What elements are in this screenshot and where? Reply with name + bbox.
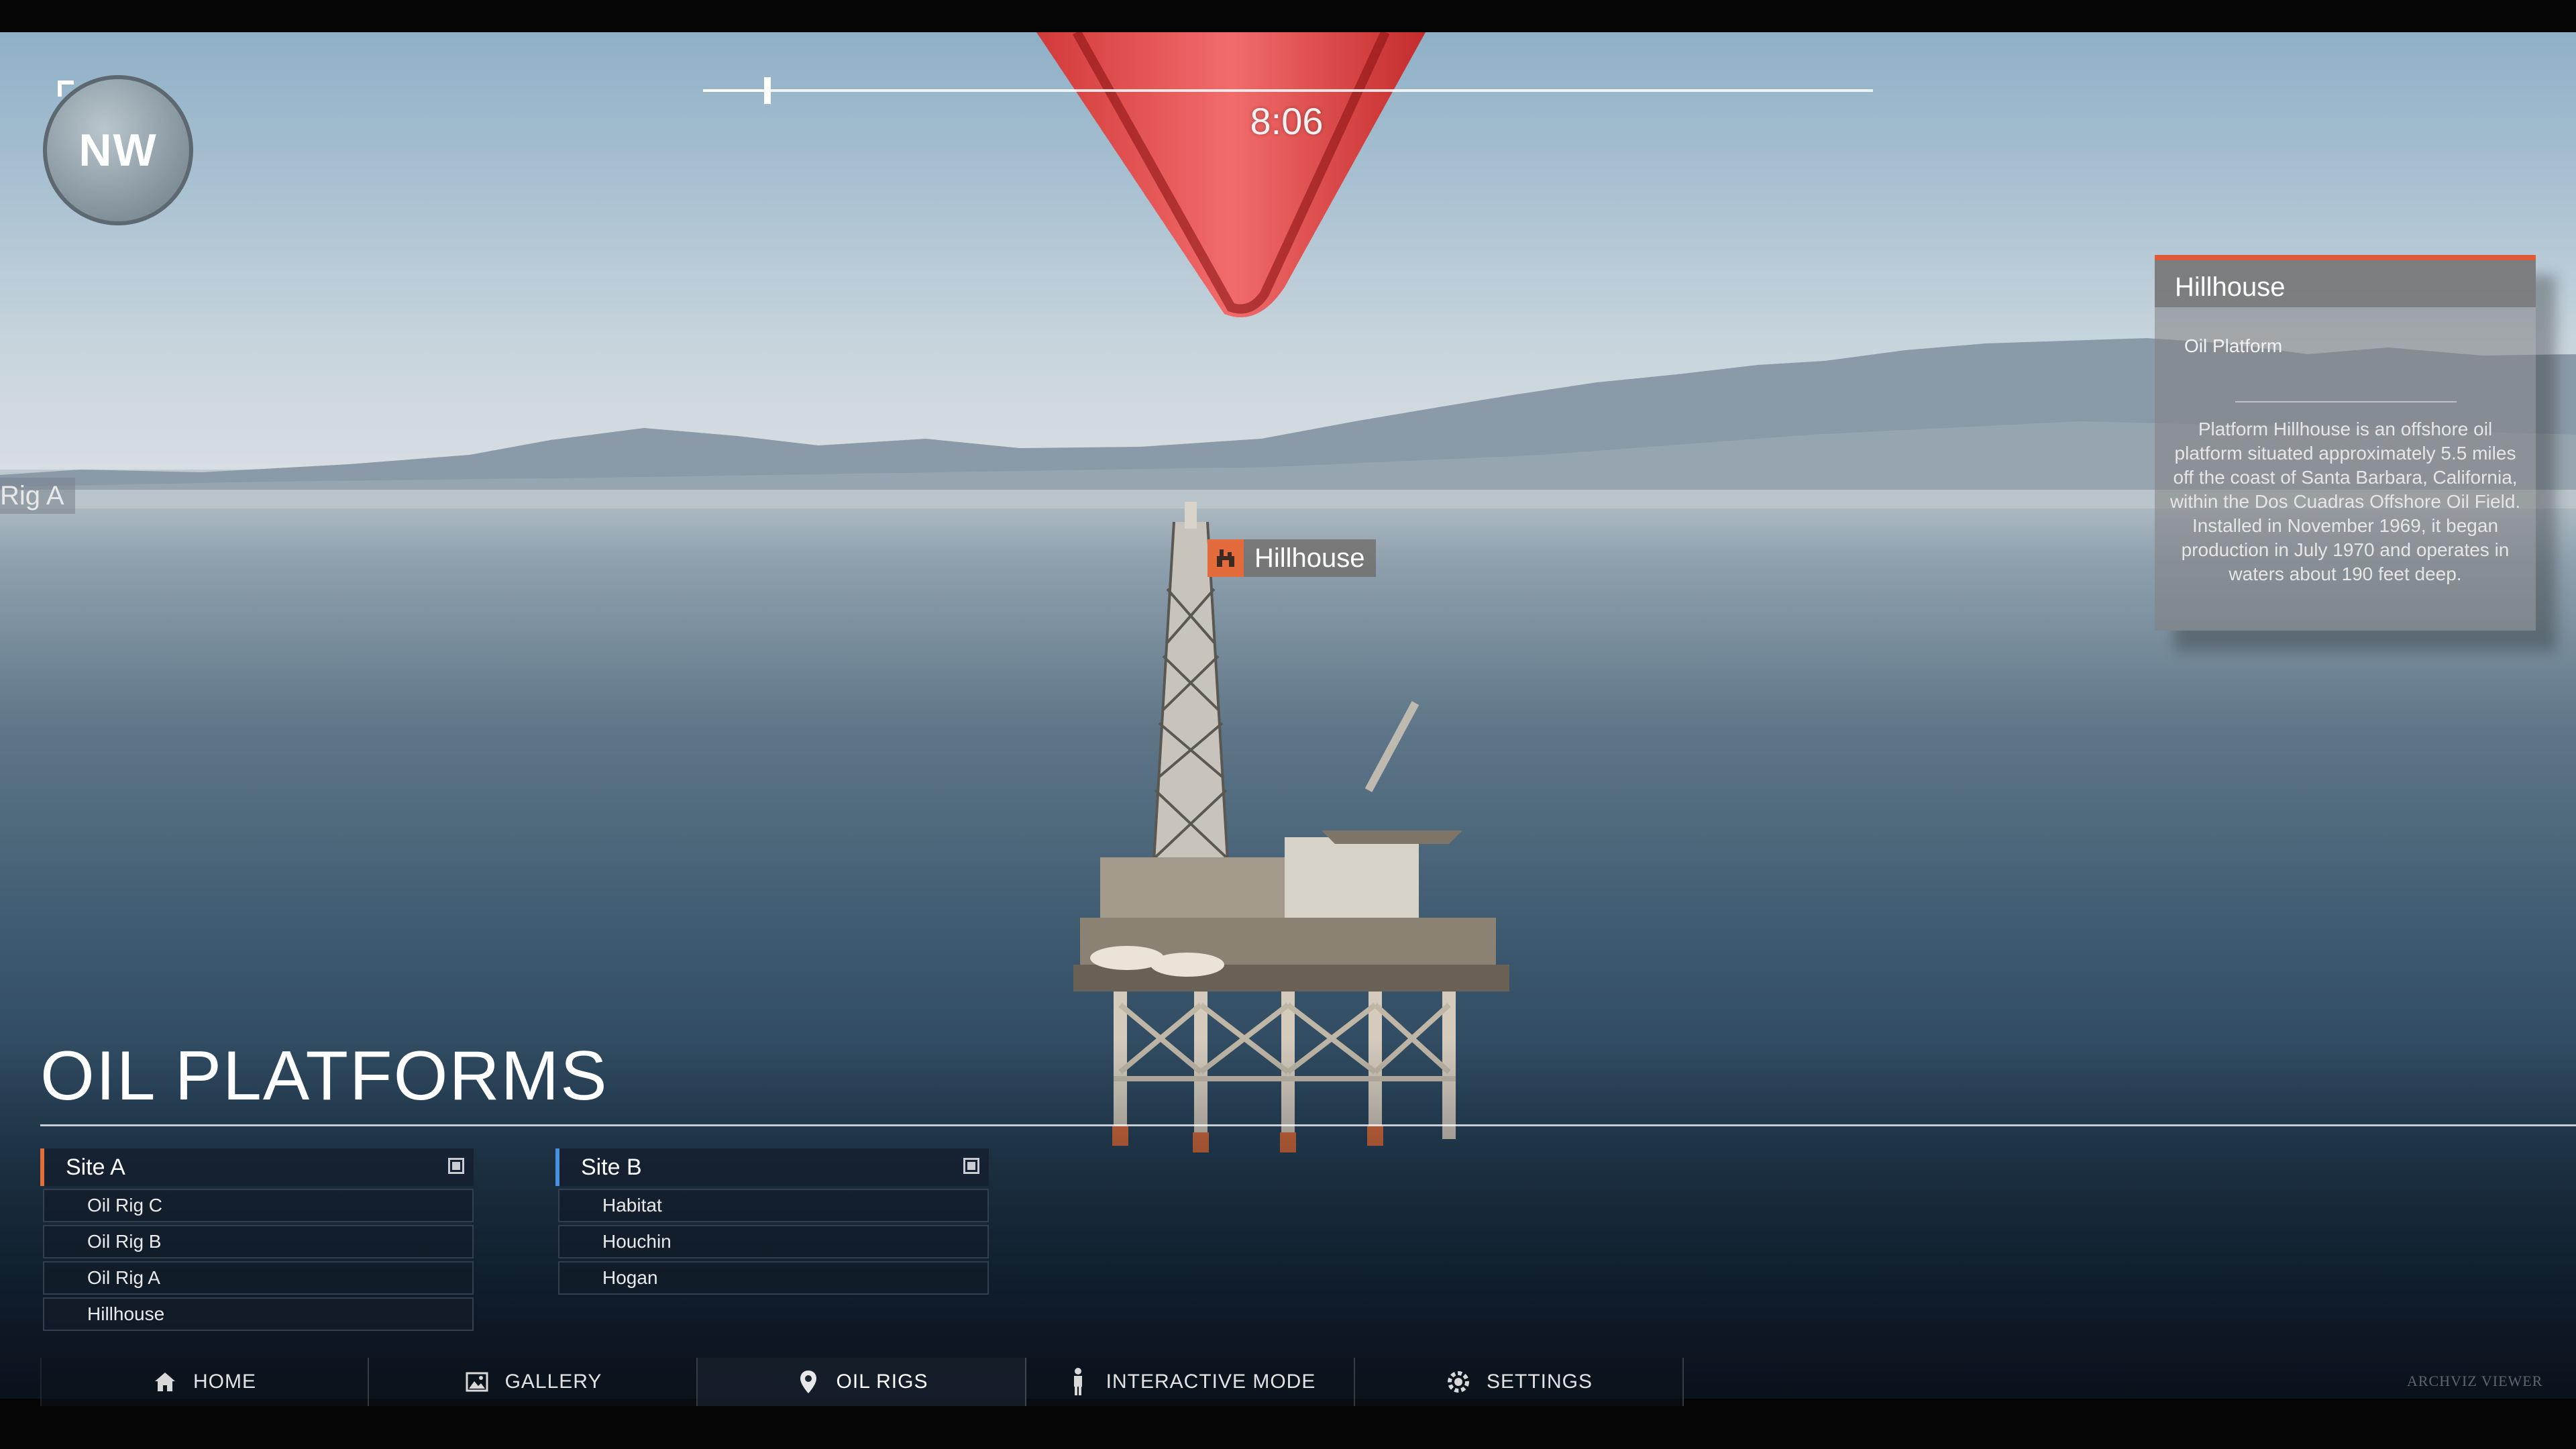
nav-oil-rigs[interactable]: OIL RIGS	[698, 1358, 1026, 1406]
nav-settings[interactable]: SETTINGS	[1355, 1358, 1684, 1406]
map-tag-hillhouse[interactable]: Hillhouse	[1208, 539, 1376, 577]
info-panel-divider	[2235, 401, 2457, 402]
timeline-handle[interactable]	[763, 77, 771, 104]
timeline-progress	[703, 89, 767, 92]
nav-gallery[interactable]: GALLERY	[369, 1358, 698, 1406]
nav-label: SETTINGS	[1486, 1371, 1593, 1393]
list-item-hogan[interactable]: Hogan	[558, 1261, 989, 1295]
compass-north-indicator-icon	[58, 80, 74, 97]
offscreen-rig-label[interactable]: Rig A	[0, 478, 75, 514]
info-panel-header: Hillhouse	[2155, 260, 2536, 307]
map-tag-label: Hillhouse	[1244, 539, 1376, 577]
map-pin-icon	[795, 1368, 822, 1395]
info-panel-description: Platform Hillhouse is an offshore oil pl…	[2169, 419, 2521, 584]
site-visibility-toggle[interactable]	[448, 1158, 464, 1174]
gallery-icon	[464, 1368, 490, 1395]
list-item-habitat[interactable]: Habitat	[558, 1189, 989, 1222]
site-header-b[interactable]: Site B	[555, 1148, 989, 1186]
nav-label: INTERACTIVE MODE	[1106, 1371, 1316, 1393]
site-list-b: Site B Habitat Houchin Hogan	[555, 1148, 989, 1295]
site-name: Site A	[66, 1155, 125, 1180]
compass[interactable]: NW	[43, 75, 193, 225]
list-item-oil-rig-c[interactable]: Oil Rig C	[43, 1189, 474, 1222]
time-of-day-label: 8:06	[1250, 100, 1324, 142]
nav-label: GALLERY	[504, 1371, 602, 1393]
nav-interactive-mode[interactable]: INTERACTIVE MODE	[1026, 1358, 1355, 1406]
oil-rig-icon	[1208, 539, 1244, 577]
site-list-a: Site A Oil Rig C Oil Rig B Oil Rig A Hil…	[40, 1148, 474, 1331]
compass-direction: NW	[78, 125, 158, 176]
list-item-oil-rig-a[interactable]: Oil Rig A	[43, 1261, 474, 1295]
nav-label: OIL RIGS	[836, 1371, 928, 1393]
gear-icon	[1445, 1368, 1472, 1395]
letterbox-top	[0, 0, 2576, 32]
bottom-nav: HOME GALLERY OIL RIGS INTERACTIVE MODE S…	[40, 1358, 1684, 1406]
list-item-hillhouse[interactable]: Hillhouse	[43, 1297, 474, 1331]
person-icon	[1065, 1368, 1091, 1395]
page-title: OIL PLATFORMS	[40, 1037, 608, 1115]
info-panel-accent	[2155, 255, 2536, 260]
nav-home[interactable]: HOME	[40, 1358, 369, 1406]
title-divider	[40, 1124, 2576, 1126]
list-item-houchin[interactable]: Houchin	[558, 1225, 989, 1258]
site-name: Site B	[581, 1155, 642, 1180]
info-panel-type: Oil Platform	[2184, 335, 2283, 356]
nav-label: HOME	[193, 1371, 256, 1393]
info-panel: Hillhouse Oil Platform Platform Hillhous…	[2155, 255, 2536, 631]
site-visibility-toggle[interactable]	[963, 1158, 979, 1174]
site-header-a[interactable]: Site A	[40, 1148, 474, 1186]
info-panel-title: Hillhouse	[2175, 272, 2286, 302]
location-marker-pin	[1036, 32, 1426, 317]
timeline-slider[interactable]	[703, 77, 1873, 104]
list-item-oil-rig-b[interactable]: Oil Rig B	[43, 1225, 474, 1258]
home-icon	[152, 1368, 178, 1395]
letterbox-bottom	[0, 1399, 2576, 1449]
app-watermark: ARCHVIZ VIEWER	[2407, 1373, 2543, 1389]
